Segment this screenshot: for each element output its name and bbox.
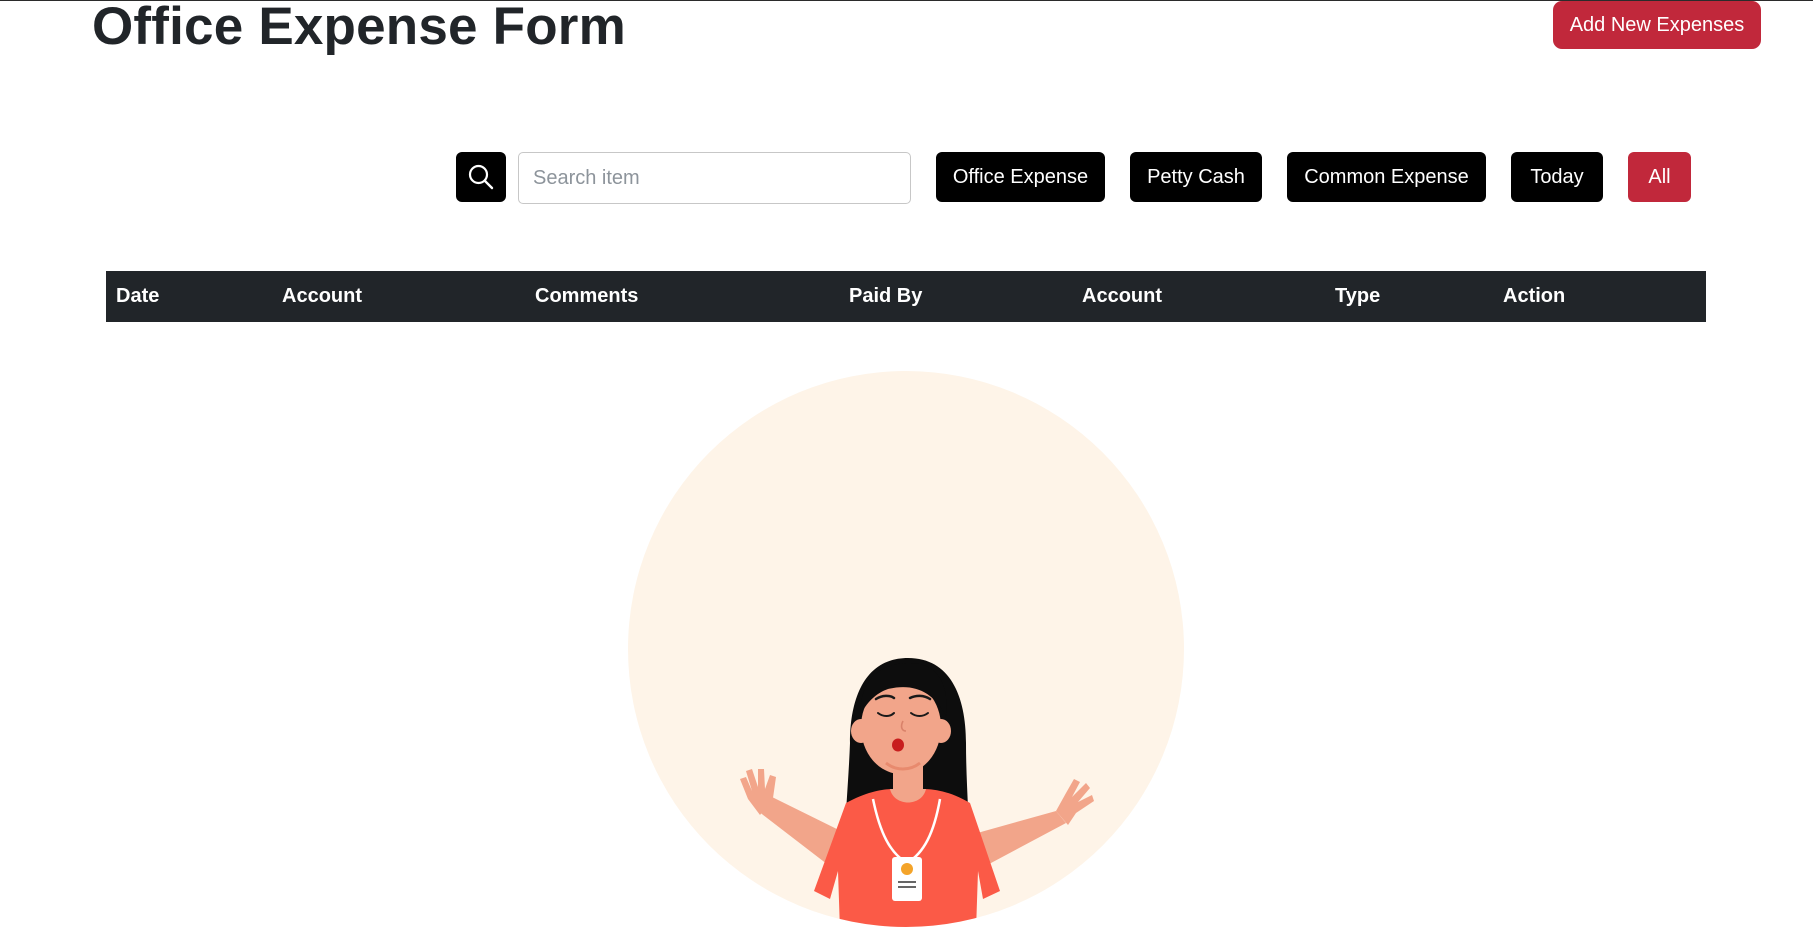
search-input[interactable] <box>518 152 911 204</box>
column-header-paid-by[interactable]: Paid By <box>849 271 922 322</box>
empty-state-illustration <box>628 371 1184 927</box>
add-new-expenses-button[interactable]: Add New Expenses <box>1553 1 1761 49</box>
search-button[interactable] <box>456 152 506 202</box>
filter-office-expense-button[interactable]: Office Expense <box>936 152 1105 202</box>
column-header-comments[interactable]: Comments <box>535 271 638 322</box>
page: Office Expense Form Add New Expenses Off… <box>0 0 1813 929</box>
filter-all-button[interactable]: All <box>1628 152 1691 202</box>
column-header-date[interactable]: Date <box>116 271 159 322</box>
column-header-account-2[interactable]: Account <box>1082 271 1162 322</box>
filter-common-expense-button[interactable]: Common Expense <box>1287 152 1486 202</box>
column-header-account[interactable]: Account <box>282 271 362 322</box>
search-icon <box>468 164 494 190</box>
table-header: Date Account Comments Paid By Account Ty… <box>106 271 1706 322</box>
column-header-type[interactable]: Type <box>1335 271 1380 322</box>
page-title: Office Expense Form <box>92 0 626 56</box>
filter-today-button[interactable]: Today <box>1511 152 1603 202</box>
filter-petty-cash-button[interactable]: Petty Cash <box>1130 152 1262 202</box>
column-header-action[interactable]: Action <box>1503 271 1565 322</box>
